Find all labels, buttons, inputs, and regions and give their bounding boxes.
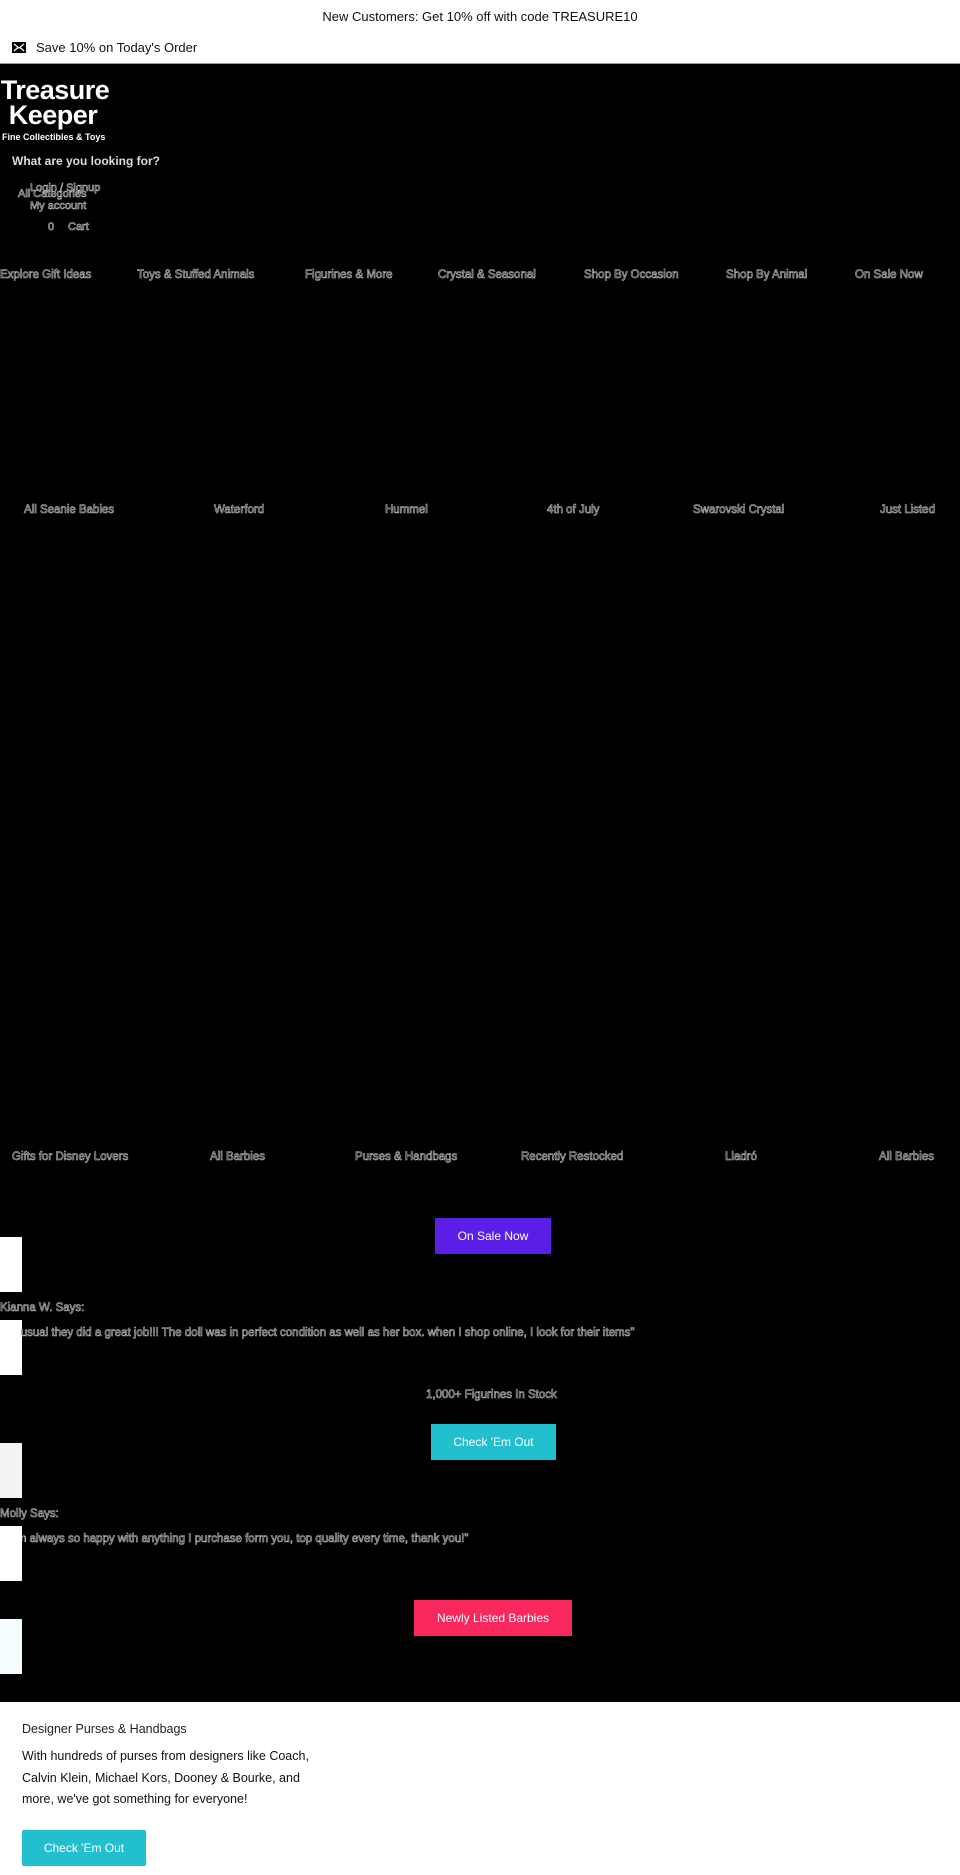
review-quote: "As usual they did a great job!!! The do… [0,1327,635,1340]
mail-icon [12,42,26,53]
category-link[interactable]: All Barbies [210,1151,266,1164]
category-link[interactable]: Lladró [725,1151,758,1164]
logo-line2: Keeper [8,100,98,130]
cart-count[interactable]: 0 [48,221,55,234]
nav-item-shop-by-animal[interactable]: Shop By Animal [726,269,808,282]
review-quote-lead: "I am [0,1533,27,1545]
nav-item-on-sale-now[interactable]: On Sale Now [855,269,923,282]
nav-item-shop-by-occasion[interactable]: Shop By Occasion [584,269,679,282]
newly-listed-barbies-button[interactable]: Newly Listed Barbies [414,1600,572,1636]
purses-title: Designer Purses & Handbags [22,1722,187,1736]
promo-image [0,1619,22,1674]
promo-text: Save 10% on Today's Order [36,40,198,55]
on-sale-now-button[interactable]: On Sale Now [435,1218,551,1254]
category-link[interactable]: Recently Restocked [521,1151,624,1164]
category-link[interactable]: Purses & Handbags [355,1151,458,1164]
review-quote-lead: "As [0,1327,18,1339]
promo-banner[interactable]: Save 10% on Today's Order [0,32,960,64]
category-link[interactable]: Hummel [385,504,428,517]
nav-item-crystal-seasonal[interactable]: Crystal & Seasonal [438,269,536,282]
purses-section: Designer Purses & Handbags With hundreds… [22,1722,322,1866]
nav-item-toys-stuffed-animals[interactable]: Toys & Stuffed Animals [137,269,255,282]
logo-tagline: Fine Collectibles & Toys [2,132,106,142]
review-quote-rest: usual they did a great job!!! The doll w… [17,1327,635,1340]
category-link[interactable]: Just Listed [880,504,936,517]
my-account-link[interactable]: My account [30,200,87,213]
review-author: Molly Says: [0,1508,59,1521]
review-avatar-image [0,1237,22,1292]
review-quote: "I am always so happy with anything I pu… [0,1533,469,1546]
check-em-out-purses-button[interactable]: Check 'Em Out [22,1829,146,1866]
announcement-text: New Customers: Get 10% off with code TRE… [322,8,638,24]
main-nav: Explore Gift Ideas Toys & Stuffed Animal… [0,269,960,289]
category-row-2: Gifts for Disney Lovers All Barbies Purs… [0,1151,960,1171]
cart-link[interactable]: Cart [68,221,89,234]
category-link[interactable]: Gifts for Disney Lovers [12,1151,129,1164]
category-select[interactable]: All Categories [18,188,87,201]
stock-text: 1,000+ Figurines In Stock [426,1389,557,1402]
category-link[interactable]: All Seanie Babies [24,504,115,517]
announcement-bar: New Customers: Get 10% off with code TRE… [0,0,960,32]
category-link[interactable]: Waterford [214,504,265,517]
category-link[interactable]: Swarovski Crystal [693,504,785,517]
category-link[interactable]: All Barbies [879,1151,935,1164]
nav-item-explore-gift-ideas[interactable]: Explore Gift Ideas [0,269,92,282]
check-em-out-figurines-button[interactable]: Check 'Em Out [431,1424,556,1460]
review-author: Kianna W. Says: [0,1302,85,1315]
review-quote-rest: always so happy with anything I purchase… [26,1533,469,1546]
search-label: What are you looking for? [12,154,161,168]
site-logo[interactable]: Treasure Keeper Fine Collectibles & Toys [0,77,110,143]
review-avatar-image [0,1443,22,1498]
purses-body: With hundreds of purses from designers l… [22,1749,309,1806]
category-link[interactable]: 4th of July [547,504,600,517]
nav-item-figurines-more[interactable]: Figurines & More [305,269,393,282]
category-row-1: All Seanie Babies Waterford Hummel 4th o… [0,504,960,524]
main-dark-section: Treasure Keeper Fine Collectibles & Toys… [0,64,960,1702]
